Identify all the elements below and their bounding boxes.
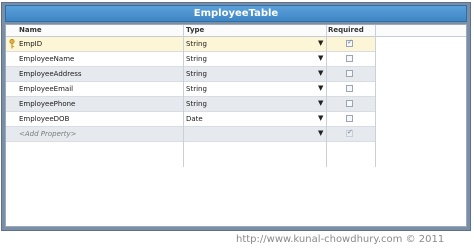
- table-title: EmployeeTable: [5, 5, 467, 22]
- chevron-down-icon[interactable]: ▼: [318, 54, 323, 62]
- property-type[interactable]: String: [186, 70, 207, 78]
- chevron-down-icon[interactable]: ▼: [318, 39, 323, 47]
- column-divider: [326, 25, 327, 167]
- column-header-name: Name: [19, 26, 42, 34]
- table-row[interactable]: EmpID String ▼: [6, 37, 375, 52]
- property-name[interactable]: EmployeeDOB: [19, 115, 69, 123]
- property-name[interactable]: EmployeePhone: [19, 100, 75, 108]
- grid-header: Name Type Required: [6, 25, 466, 37]
- column-divider: [375, 25, 376, 167]
- table-row[interactable]: EmployeeEmail String ▼: [6, 82, 375, 97]
- property-type[interactable]: String: [186, 85, 207, 93]
- add-property-row[interactable]: <Add Property> ▼: [6, 127, 375, 142]
- column-header-type: Type: [186, 26, 205, 34]
- table-row[interactable]: EmployeeAddress String ▼: [6, 67, 375, 82]
- required-checkbox[interactable]: [346, 38, 353, 47]
- watermark-text: http://www.kunal-chowdhury.com © 2011: [236, 234, 445, 245]
- required-checkbox[interactable]: [346, 70, 353, 77]
- required-checkbox[interactable]: [346, 100, 353, 107]
- properties-grid: Name Type Required EmpID String ▼ Employ…: [5, 24, 467, 227]
- table-row[interactable]: EmployeeName String ▼: [6, 52, 375, 67]
- key-icon: [9, 38, 15, 49]
- required-checkbox[interactable]: [346, 55, 353, 62]
- property-name[interactable]: EmployeeName: [19, 55, 74, 63]
- required-checkbox[interactable]: [346, 85, 353, 92]
- property-type[interactable]: String: [186, 100, 207, 108]
- property-name[interactable]: EmployeeAddress: [19, 70, 82, 78]
- chevron-down-icon[interactable]: ▼: [318, 114, 323, 122]
- table-designer-window: EmployeeTable Name Type Required EmpID S…: [1, 2, 471, 231]
- column-header-required: Required: [328, 26, 364, 34]
- table-row[interactable]: EmployeePhone String ▼: [6, 97, 375, 112]
- chevron-down-icon[interactable]: ▼: [318, 84, 323, 92]
- property-type[interactable]: String: [186, 40, 207, 48]
- chevron-down-icon[interactable]: ▼: [318, 129, 323, 137]
- table-row[interactable]: EmployeeDOB Date ▼: [6, 112, 375, 127]
- required-checkbox[interactable]: [346, 115, 353, 122]
- chevron-down-icon[interactable]: ▼: [318, 69, 323, 77]
- chevron-down-icon[interactable]: ▼: [318, 99, 323, 107]
- property-type[interactable]: String: [186, 55, 207, 63]
- property-type[interactable]: Date: [186, 115, 203, 123]
- property-name[interactable]: EmpID: [19, 40, 42, 48]
- property-name[interactable]: EmployeeEmail: [19, 85, 73, 93]
- column-divider: [183, 25, 184, 167]
- required-checkbox[interactable]: [346, 128, 353, 137]
- add-property-placeholder[interactable]: <Add Property>: [19, 130, 77, 138]
